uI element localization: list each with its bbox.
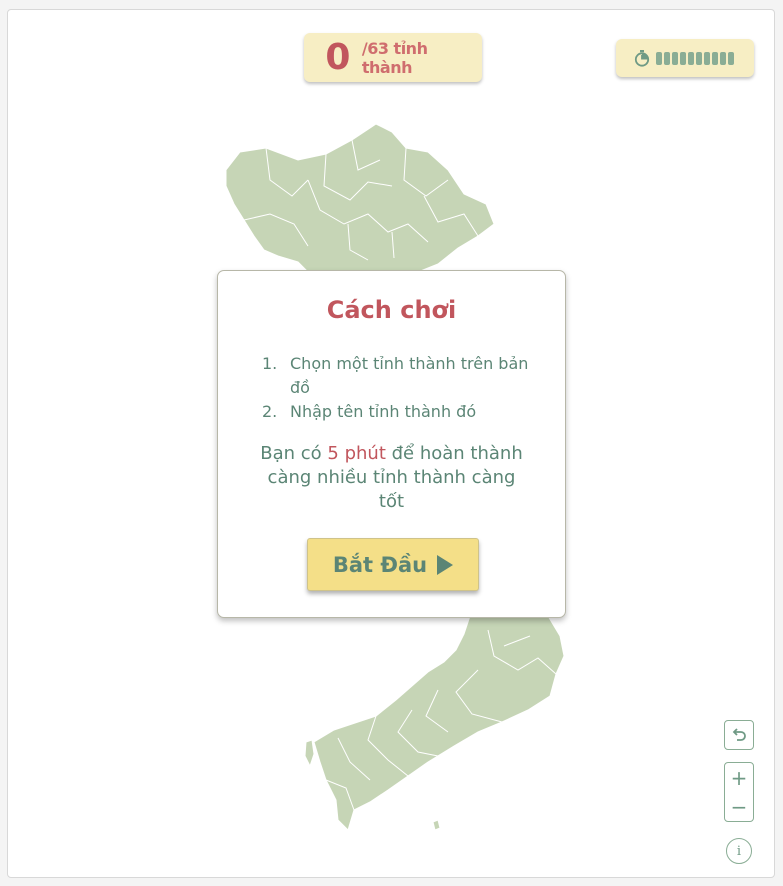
timer-segment	[672, 51, 678, 65]
play-icon	[437, 554, 454, 575]
timer-segment	[696, 51, 702, 65]
desc-prefix: Bạn có	[260, 443, 328, 464]
timer-bar	[656, 51, 736, 65]
undo-button[interactable]	[724, 720, 754, 750]
step-text: Chọn một tỉnh thành trên bản đồ	[290, 354, 529, 397]
score-count: 0	[325, 37, 351, 78]
timer-segment	[688, 51, 694, 65]
step-number: 2.	[262, 402, 278, 421]
instruction-list: 1. Chọn một tỉnh thành trên bản đồ 2. Nh…	[262, 352, 532, 424]
zoom-control: + −	[724, 762, 754, 822]
step-text: Nhập tên tỉnh thành đó	[290, 402, 477, 421]
timer-segment	[720, 51, 726, 65]
step-number: 1.	[262, 354, 278, 373]
time-limit-description: Bạn có 5 phút để hoàn thành càng nhiều t…	[258, 442, 525, 514]
info-button[interactable]: i	[726, 838, 752, 864]
instruction-step: 2. Nhập tên tỉnh thành đó	[262, 400, 532, 424]
start-button-label: Bắt Đầu	[332, 552, 428, 577]
score-panel: 0 /63 tỉnh thành	[304, 33, 482, 82]
time-limit-highlight: 5 phút	[327, 443, 386, 464]
map-con-dao-island	[432, 819, 441, 831]
timer-segment	[656, 51, 662, 65]
map-south-region	[313, 615, 565, 831]
timer-panel	[616, 39, 754, 77]
timer-segment	[704, 51, 710, 65]
instruction-step: 1. Chọn một tỉnh thành trên bản đồ	[262, 352, 532, 400]
timer-segment	[664, 51, 670, 65]
stopwatch-icon	[634, 50, 650, 67]
score-total-label: /63 tỉnh thành	[361, 38, 428, 77]
undo-icon	[732, 728, 746, 741]
map-phu-quoc-island	[304, 739, 315, 768]
map-north-region	[225, 123, 495, 273]
timer-segment	[728, 51, 734, 65]
timer-segment	[680, 51, 686, 65]
start-button[interactable]: Bắt Đầu	[307, 538, 479, 591]
timer-segment	[712, 51, 718, 65]
zoom-out-button[interactable]: −	[725, 792, 753, 821]
zoom-in-button[interactable]: +	[725, 763, 753, 792]
how-to-play-modal: Cách chơi 1. Chọn một tỉnh thành trên bả…	[217, 270, 566, 618]
game-frame: 0 /63 tỉnh thành Cách chơi 1. Chọn một t…	[7, 9, 775, 878]
modal-title: Cách chơi	[326, 296, 457, 324]
